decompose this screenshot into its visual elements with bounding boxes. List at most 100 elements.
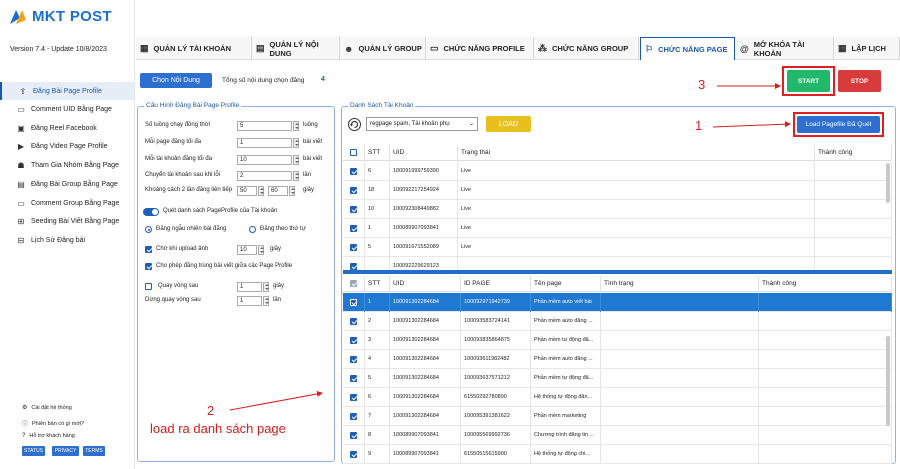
account-row[interactable]: 100092229629123 xyxy=(343,257,892,270)
delay-to-stepper[interactable] xyxy=(289,186,295,196)
page-row-checkbox[interactable] xyxy=(350,337,357,344)
page-row-checkbox[interactable] xyxy=(350,413,357,420)
threads-stepper[interactable] xyxy=(293,121,299,131)
sidebar-item-dang-bai-page-profile[interactable]: ⇪ Đăng Bài Page Profile xyxy=(0,82,134,100)
switch-after-error-input[interactable]: 2 xyxy=(237,171,292,181)
page-row[interactable]: 9 100089907093841 61550515615900 Hệ thống t… xyxy=(343,445,892,464)
scan-pageprofile-toggle[interactable] xyxy=(143,208,159,216)
random-post-radio[interactable] xyxy=(145,226,152,233)
terms-badge[interactable]: TERMS xyxy=(83,446,105,456)
support-link[interactable]: ? Hỗ trợ khách hàng xyxy=(22,433,75,439)
account-row[interactable]: 10 100092308449882 Live xyxy=(343,200,892,219)
accounts-select-all-checkbox[interactable] xyxy=(350,149,357,156)
table-splitter[interactable] xyxy=(343,270,892,274)
chevron-down-icon: ⌄ xyxy=(468,121,474,127)
page-row-checkbox[interactable] xyxy=(350,318,357,325)
page-row[interactable]: 8 100089907093841 100095569992736 Chương tr… xyxy=(343,426,892,445)
page-row[interactable]: 1 100091302284684 100092971942739 Phần mềm … xyxy=(343,293,892,312)
upload-icon: ⇪ xyxy=(19,86,27,96)
privacy-badge[interactable]: PRIVACY xyxy=(52,446,79,456)
sidebar-item-tham-gia-nhom[interactable]: ☗ Tham Gia Nhóm Bằng Page xyxy=(0,156,134,174)
account-row-checkbox[interactable] xyxy=(350,187,357,194)
ordered-post-radio[interactable] xyxy=(249,226,256,233)
tab-quan-ly-group[interactable]: ☻ QUẢN LÝ GROUP xyxy=(340,37,426,60)
max-per-account-stepper[interactable] xyxy=(293,155,299,165)
account-row[interactable]: 6 100091999759390 Live xyxy=(343,162,892,181)
account-filter-select[interactable]: regpage spam, Tài khoản phụ ⌄ xyxy=(366,117,478,131)
refresh-icon[interactable] xyxy=(348,118,361,131)
loop-stepper[interactable] xyxy=(263,282,269,292)
sidebar-item-dang-reel[interactable]: ▣ Đăng Reel Facebook xyxy=(0,119,134,137)
account-row[interactable]: 1 100089907093841 Live xyxy=(343,219,892,238)
tab-chuc-nang-profile[interactable]: ▭ CHỨC NĂNG PROFILE xyxy=(426,37,534,60)
account-row-checkbox[interactable] xyxy=(350,244,357,251)
account-row[interactable]: 18 100092217254924 Live xyxy=(343,181,892,200)
sidebar-item-lich-su[interactable]: ⊟ Lịch Sử Đăng bài xyxy=(0,231,134,249)
account-row-checkbox[interactable] xyxy=(350,263,357,270)
whats-new-link[interactable]: ⓘ Phiên bản có gì mới? xyxy=(22,419,84,429)
page-row[interactable]: 7 100091302284684 100095391381622 Phần mềm … xyxy=(343,407,892,426)
sidebar-item-dang-bai-group[interactable]: ▤ Đăng Bài Group Bằng Page xyxy=(0,175,134,193)
account-row-checkbox[interactable] xyxy=(350,168,357,175)
allow-duplicate-checkbox[interactable] xyxy=(145,263,152,270)
page-row-checkbox[interactable] xyxy=(350,451,357,458)
page-row-checkbox[interactable] xyxy=(350,299,357,306)
threads-input[interactable]: 5 xyxy=(237,121,292,131)
account-row[interactable]: 5 100091671552089 Live xyxy=(343,238,892,257)
page-row-checkbox[interactable] xyxy=(350,356,357,363)
account-row-checkbox[interactable] xyxy=(350,206,357,213)
page-row[interactable]: 3 100091302284684 100093835864875 Phần mềm … xyxy=(343,331,892,350)
max-per-account-input[interactable]: 10 xyxy=(237,155,292,165)
page-cell: 61550515615900 xyxy=(461,445,531,464)
stop-button[interactable]: STOP xyxy=(838,70,881,92)
sidebar-item-dang-video[interactable]: ▶ Đăng Video Page Profile xyxy=(0,137,134,155)
status-badge[interactable]: STATUS xyxy=(22,446,45,456)
page-row[interactable]: 6 100091302284684 61550292780890 Hệ thống t… xyxy=(343,388,892,407)
page-row-checkbox[interactable] xyxy=(350,394,357,401)
load-button[interactable]: LOAD xyxy=(486,116,531,132)
delay-from-input[interactable]: 50 xyxy=(237,186,257,196)
max-per-page-input[interactable]: 1 xyxy=(237,138,292,148)
stop-loop-input[interactable]: 1 xyxy=(237,296,262,306)
wait-upload-input[interactable]: 10 xyxy=(237,245,257,255)
settings-link[interactable]: ⚙ Cài đặt hệ thống xyxy=(22,404,72,412)
tab-mo-khoa-tai-khoan[interactable]: @ MỞ KHÓA TÀI KHOẢN xyxy=(736,37,834,60)
load-pagefile-button[interactable]: Load Pagefile Đã Quét xyxy=(797,116,880,133)
wait-upload-stepper[interactable] xyxy=(258,245,264,255)
page-row[interactable]: 5 100091302284684 100093637571212 Phần mềm … xyxy=(343,369,892,388)
page-row[interactable]: 2 100091302284684 100093583724141 Phần mềm … xyxy=(343,312,892,331)
pages-scrollbar[interactable] xyxy=(886,336,890,426)
switch-after-error-stepper[interactable] xyxy=(293,171,299,181)
tab-chuc-nang-page[interactable]: ⚐ CHỨC NĂNG PAGE xyxy=(640,37,735,60)
delay-to-input[interactable]: 60 xyxy=(268,186,288,196)
delay-from-stepper[interactable] xyxy=(258,186,264,196)
page-cell: 100091302284684 xyxy=(390,369,461,388)
sidebar-item-comment-group[interactable]: ▭ Comment Group Bằng Page xyxy=(0,194,134,212)
tab-lap-lich[interactable]: ▦ LẬP LỊCH xyxy=(834,37,900,60)
accounts-col-success: Thành công xyxy=(815,145,892,161)
reel-icon: ▣ xyxy=(17,123,25,133)
tab-quan-ly-tai-khoan[interactable]: ▦ QUẢN LÝ TÀI KHOẢN xyxy=(136,37,252,60)
page-cell xyxy=(759,369,892,388)
account-row-checkbox[interactable] xyxy=(350,225,357,232)
sidebar-item-comment-uid[interactable]: ▭ Comment UID Bằng Page xyxy=(0,100,134,118)
tab-chuc-nang-group[interactable]: ⁂ CHỨC NĂNG GROUP xyxy=(534,37,639,60)
loop-checkbox[interactable] xyxy=(145,283,152,290)
sidebar-item-seeding[interactable]: ⊞ Seeding Bài Viết Bằng Page xyxy=(0,212,134,230)
tab-quan-ly-noi-dung[interactable]: ▤ QUẢN LÝ NỘI DUNG xyxy=(252,37,340,60)
accounts-scrollbar[interactable] xyxy=(886,163,890,203)
page-row[interactable]: 4 100091302284684 100093611982482 Phần mềm … xyxy=(343,350,892,369)
page-row-checkbox[interactable] xyxy=(350,375,357,382)
page-cell xyxy=(601,445,759,464)
page-cell: 100093611982482 xyxy=(461,350,531,369)
page-cell: 1 xyxy=(365,293,390,312)
loop-input[interactable]: 1 xyxy=(237,282,262,292)
wait-upload-checkbox[interactable] xyxy=(145,246,152,253)
choose-content-button[interactable]: Chọn Nội Dung xyxy=(140,73,212,88)
pages-select-all-checkbox[interactable] xyxy=(350,280,357,287)
stop-loop-stepper[interactable] xyxy=(263,296,269,306)
page-row-checkbox[interactable] xyxy=(350,432,357,439)
max-per-page-stepper[interactable] xyxy=(293,138,299,148)
switch-after-error-unit: lần xyxy=(303,172,312,178)
seeding-icon: ⊞ xyxy=(17,216,25,226)
